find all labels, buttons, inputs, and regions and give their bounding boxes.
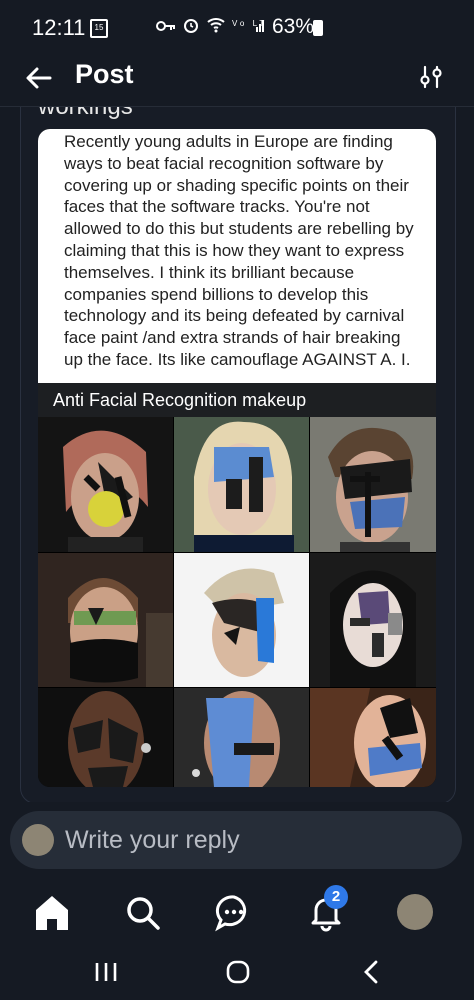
alarm-icon xyxy=(184,19,199,33)
post-feed[interactable]: workings Recently young adults in Europe… xyxy=(0,107,474,802)
status-time: 12:11 xyxy=(32,15,86,40)
wifi-icon xyxy=(207,18,225,33)
signal-icon: Vo LTE xyxy=(232,19,273,32)
face-photo-9 xyxy=(310,688,436,787)
face-photo-5 xyxy=(174,553,309,687)
photo-grid xyxy=(38,417,436,787)
bottom-nav: 2 xyxy=(0,880,474,942)
search-icon xyxy=(127,897,160,930)
face-photo-8 xyxy=(174,688,309,787)
battery-level: 63% xyxy=(272,15,315,38)
face-photo-1 xyxy=(38,417,173,552)
nav-home[interactable] xyxy=(28,888,76,936)
reply-composer[interactable]: Write your reply xyxy=(10,811,462,869)
recents-button[interactable] xyxy=(86,952,126,992)
filter-icon xyxy=(420,65,442,89)
status-bar: 12:11 15 Vo LTE 63% xyxy=(0,0,474,56)
back-chevron-icon xyxy=(364,960,378,984)
battery-icon xyxy=(313,20,323,36)
profile-avatar[interactable] xyxy=(397,894,433,930)
face-photo-6 xyxy=(310,553,436,687)
embedded-caption: Anti Facial Recognition makeup xyxy=(38,383,436,417)
back-system-button[interactable] xyxy=(352,952,392,992)
post-heading-cut: workings xyxy=(38,107,133,121)
system-nav-bar xyxy=(0,942,474,1000)
status-icons: Vo LTE xyxy=(156,17,273,38)
home-circle-icon xyxy=(226,960,250,984)
key-icon xyxy=(156,21,175,31)
home-icon xyxy=(36,896,68,930)
reply-placeholder: Write your reply xyxy=(65,826,240,854)
home-system-button[interactable] xyxy=(218,952,258,992)
nav-messages[interactable] xyxy=(210,888,258,936)
filter-button[interactable] xyxy=(418,64,444,90)
messages-icon xyxy=(215,895,247,932)
embedded-image[interactable]: Recently young adults in Europe are find… xyxy=(38,129,436,787)
notification-badge: 2 xyxy=(324,885,348,909)
app-header: Post xyxy=(0,56,474,106)
face-photo-7 xyxy=(38,688,173,787)
face-photo-4 xyxy=(38,553,173,687)
face-photo-2 xyxy=(174,417,309,552)
back-arrow-icon xyxy=(26,67,52,89)
page-title: Post xyxy=(75,59,134,89)
back-button[interactable] xyxy=(22,61,56,95)
embedded-text: Recently young adults in Europe are find… xyxy=(38,129,436,383)
nav-search[interactable] xyxy=(118,888,166,936)
user-avatar xyxy=(22,824,54,856)
face-photo-3 xyxy=(310,417,436,552)
recents-icon xyxy=(95,963,117,981)
calendar-icon: 15 xyxy=(90,19,108,38)
